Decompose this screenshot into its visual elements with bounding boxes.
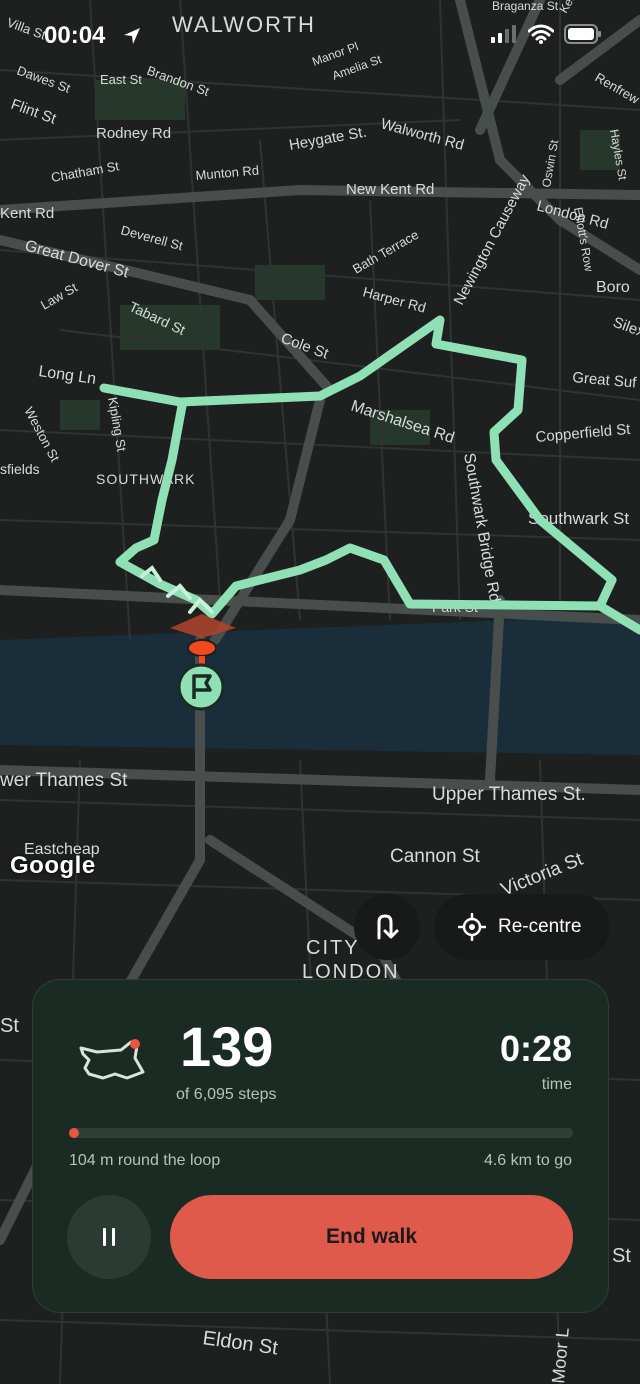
street-label: Upper Thames St. [432,784,586,805]
street-label: Rodney Rd [96,125,171,142]
reroute-arrow-icon [377,914,399,940]
street-label: Kent Rd [0,205,54,222]
street-label: St [0,1015,19,1037]
elapsed-time: 0:28 [499,1028,572,1069]
progress-bar [69,1128,573,1138]
battery-icon [564,24,601,44]
end-walk-button[interactable]: End walk [170,1195,573,1279]
status-bar: 00:04 [0,0,640,72]
street-label: sfields [0,461,40,477]
location-arrow-icon [124,28,140,44]
distance-walked: 104 m round the loop [69,1152,221,1169]
street-label: Cannon St [390,846,481,867]
street-label: St [612,1245,631,1267]
street-label: New Kent Rd [346,181,434,198]
distance-remaining: 4.6 km to go [483,1152,572,1169]
area-label-southwark: SOUTHWARK [96,471,195,487]
recentre-button[interactable]: Re-centre [434,894,610,960]
recentre-label: Re-centre [498,916,582,937]
start-flag-icon [177,663,225,711]
google-attribution: Google [10,852,96,879]
cellular-signal-icon [491,25,516,43]
walk-panel: 139 of 6,095 steps 0:28 time 104 m round… [32,979,609,1313]
street-label: Boro [596,279,630,296]
loop-route-icon [79,1039,145,1080]
street-label: wer Thames St [0,770,128,791]
reroute-button[interactable] [354,894,420,960]
time-caption: time [541,1076,572,1093]
status-time: 00:04 [44,22,106,49]
steps-count: 139 [180,1015,274,1078]
pause-button[interactable] [67,1195,151,1279]
area-label-city: CITY [306,937,360,959]
status-icons [490,24,602,44]
pause-icon [103,1228,115,1246]
wifi-icon [528,24,554,44]
steps-caption: of 6,095 steps [176,1086,277,1103]
crosshair-icon [458,913,486,941]
progress-bar-fill [69,1128,79,1138]
street-label: East St [100,72,142,87]
